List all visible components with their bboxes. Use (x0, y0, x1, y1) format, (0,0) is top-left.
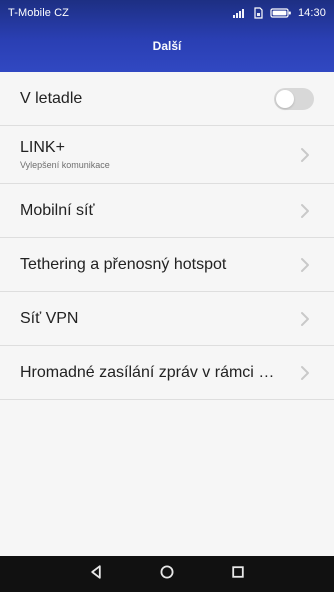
recent-apps-icon (229, 563, 247, 586)
status-time: 14:30 (297, 7, 326, 19)
home-icon (158, 563, 176, 586)
battery-icon (270, 6, 292, 20)
status-bar: T-Mobile CZ 14:30 (0, 0, 334, 26)
setting-label: Síť VPN (20, 309, 79, 327)
chevron-right-icon (296, 256, 314, 274)
setting-mass-messaging[interactable]: Hromadné zasílání zpráv v rámci b... (0, 346, 334, 400)
signal-icon (232, 6, 246, 20)
carrier-name: T-Mobile CZ (8, 7, 69, 19)
nav-home-button[interactable] (145, 556, 189, 592)
screen-title: Další (152, 39, 182, 53)
nav-recents-button[interactable] (216, 556, 260, 592)
setting-text: V letadle (20, 89, 274, 109)
setting-sublabel: Vylepšení komunikace (20, 160, 110, 170)
setting-label: V letadle (20, 89, 83, 107)
chevron-right-icon (296, 364, 314, 382)
setting-label: Mobilní síť (20, 201, 95, 219)
chevron-right-icon (296, 146, 314, 164)
setting-text: Mobilní síť (20, 201, 290, 221)
setting-mobile-network[interactable]: Mobilní síť (0, 184, 334, 238)
setting-label: LINK+ (20, 139, 65, 156)
sim-icon (252, 6, 264, 20)
title-bar: Další (0, 30, 334, 62)
setting-tethering-hotspot[interactable]: Tethering a přenosný hotspot (0, 238, 334, 292)
back-icon (87, 563, 105, 586)
toggle-knob (276, 89, 294, 108)
setting-airplane-mode[interactable]: V letadle (0, 72, 334, 126)
setting-text: Tethering a přenosný hotspot (20, 255, 290, 275)
chevron-right-icon (296, 310, 314, 328)
nav-bar (0, 556, 334, 592)
setting-text: Síť VPN (20, 309, 290, 329)
airplane-mode-toggle[interactable] (274, 87, 314, 110)
setting-text: Hromadné zasílání zpráv v rámci b... (20, 363, 290, 383)
header: T-Mobile CZ 14:30 Další (0, 0, 334, 72)
setting-vpn[interactable]: Síť VPN (0, 292, 334, 346)
setting-text: LINK+ Vylepšení komunikace (20, 138, 290, 171)
setting-label: Tethering a přenosný hotspot (20, 255, 227, 273)
status-right: 14:30 (232, 6, 326, 20)
setting-label: Hromadné zasílání zpráv v rámci b... (20, 363, 281, 381)
setting-link-plus[interactable]: LINK+ Vylepšení komunikace (0, 126, 334, 184)
settings-list: V letadle LINK+ Vylepšení komunikace Mob… (0, 72, 334, 400)
nav-back-button[interactable] (74, 556, 118, 592)
chevron-right-icon (296, 202, 314, 220)
